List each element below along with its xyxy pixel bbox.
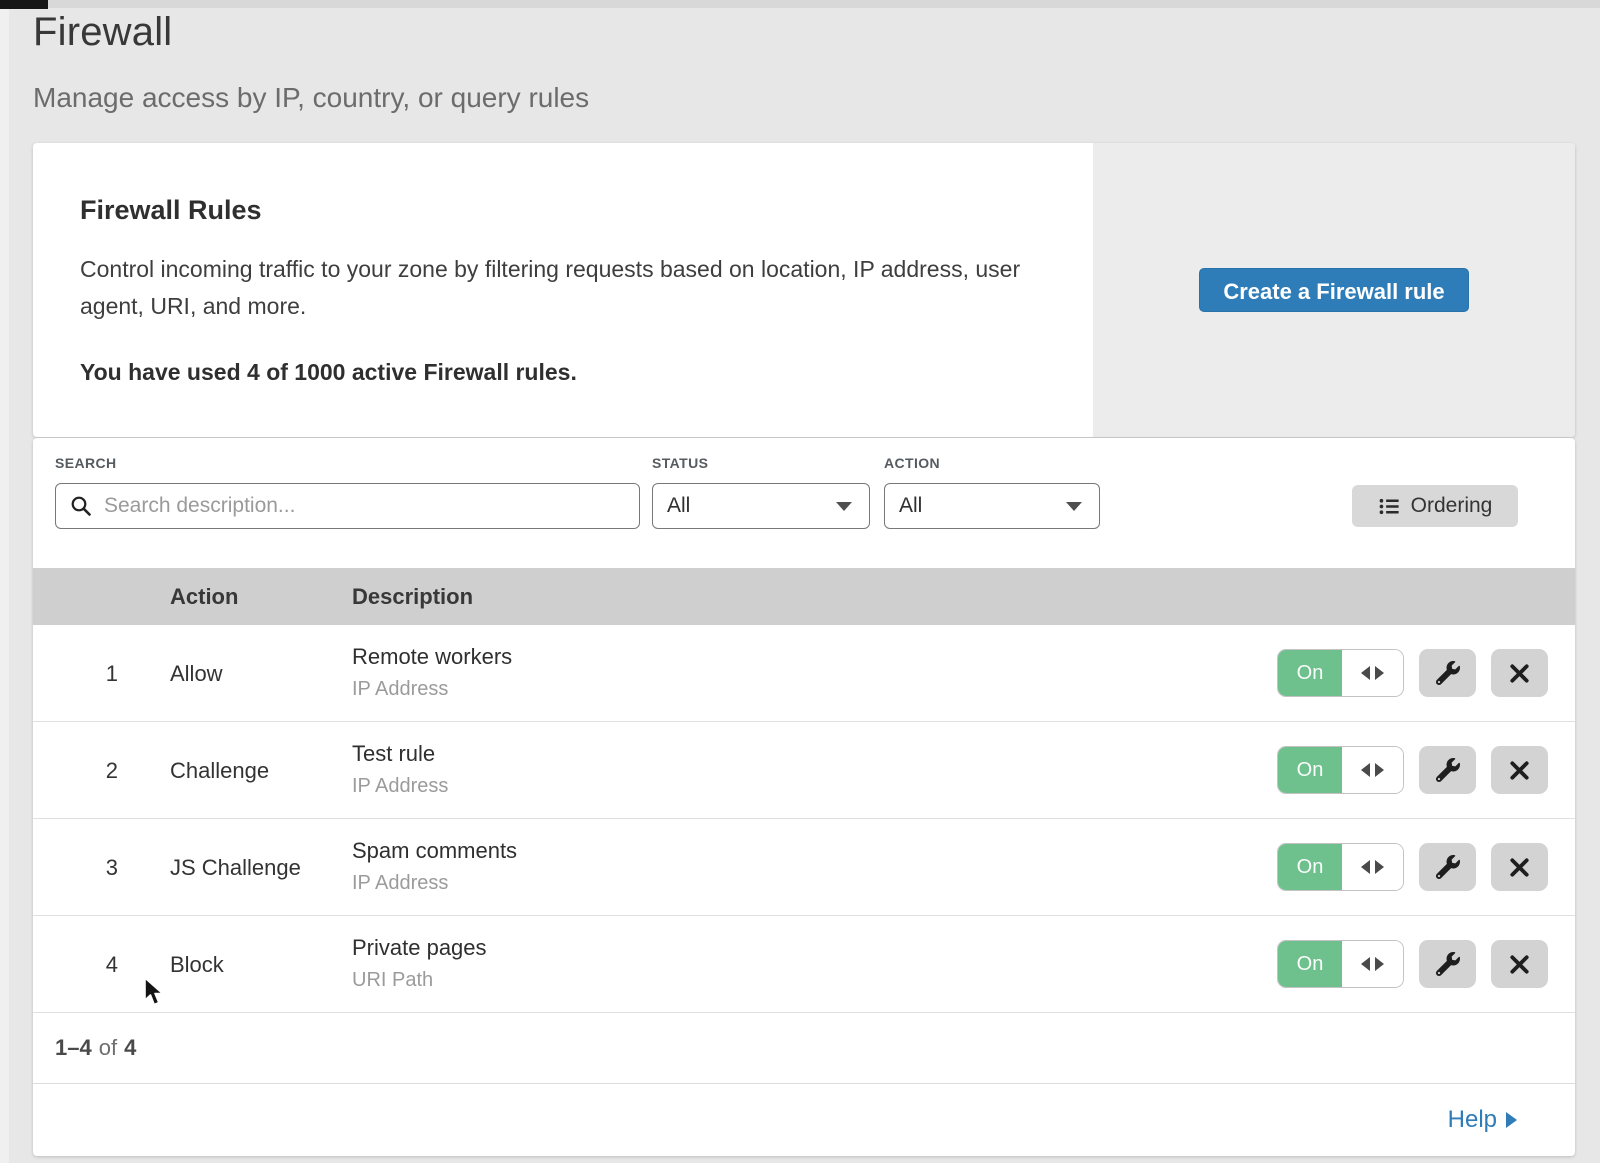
pagination-range: 1–4 [55, 1035, 92, 1061]
rule-description: Test rule IP Address [352, 741, 448, 798]
rule-description: Remote workers IP Address [352, 644, 512, 701]
toggle-on-state[interactable]: On [1278, 844, 1342, 890]
left-right-arrows-icon[interactable] [1342, 941, 1403, 987]
toggle-on-state[interactable]: On [1278, 650, 1342, 696]
rule-action: Allow [170, 661, 223, 687]
edit-rule-button[interactable] [1419, 746, 1476, 794]
rule-description-title: Test rule [352, 741, 448, 767]
rule-priority: 2 [83, 758, 118, 784]
arrow-right-icon [1506, 1112, 1517, 1128]
rule-action: JS Challenge [170, 855, 301, 881]
table-row: 4 Block Private pages URI Path On [33, 916, 1575, 1013]
page-header: Firewall Manage access by IP, country, o… [33, 8, 589, 114]
rule-controls: On [1277, 649, 1548, 697]
column-header-action: Action [170, 584, 238, 610]
toggle-on-state[interactable]: On [1278, 941, 1342, 987]
rule-controls: On [1277, 940, 1548, 988]
rule-action: Challenge [170, 758, 269, 784]
delete-rule-button[interactable] [1491, 746, 1548, 794]
pagination-of-label: of [99, 1035, 117, 1061]
rule-enabled-toggle[interactable]: On [1277, 649, 1404, 697]
search-input[interactable] [55, 483, 640, 529]
status-select[interactable]: All [652, 483, 870, 529]
rule-description-title: Remote workers [352, 644, 512, 670]
close-icon [1508, 662, 1531, 685]
action-label: ACTION [884, 455, 940, 471]
column-header-description: Description [352, 584, 473, 610]
table-header: Action Description [33, 568, 1575, 625]
help-link-label: Help [1448, 1106, 1497, 1134]
rule-match-field: IP Address [352, 872, 517, 895]
help-link[interactable]: Help [1448, 1106, 1517, 1134]
search-icon [70, 495, 92, 517]
ordered-list-icon [1378, 495, 1401, 518]
mouse-cursor-icon [143, 977, 169, 1009]
wrench-icon [1436, 758, 1460, 782]
close-icon [1508, 953, 1531, 976]
rule-controls: On [1277, 746, 1548, 794]
wrench-icon [1436, 855, 1460, 879]
rule-match-field: IP Address [352, 678, 512, 701]
rule-controls: On [1277, 843, 1548, 891]
rule-match-field: IP Address [352, 775, 448, 798]
rule-priority: 3 [83, 855, 118, 881]
edit-rule-button[interactable] [1419, 649, 1476, 697]
action-select-value: All [899, 494, 922, 518]
create-rule-panel: Create a Firewall rule [1093, 143, 1575, 437]
status-select-value: All [667, 494, 690, 518]
table-row: 3 JS Challenge Spam comments IP Address … [33, 819, 1575, 916]
edit-rule-button[interactable] [1419, 843, 1476, 891]
rules-usage-text: You have used 4 of 1000 active Firewall … [80, 359, 1093, 386]
rules-list: 1 Allow Remote workers IP Address On [33, 625, 1575, 1013]
delete-rule-button[interactable] [1491, 940, 1548, 988]
ordering-button[interactable]: Ordering [1352, 485, 1518, 527]
search-box [55, 483, 640, 529]
rule-description: Spam comments IP Address [352, 838, 517, 895]
rule-description: Private pages URI Path [352, 935, 487, 992]
left-right-arrows-icon[interactable] [1342, 650, 1403, 696]
page-subtitle: Manage access by IP, country, or query r… [33, 82, 589, 114]
chevron-down-icon [836, 502, 852, 511]
card-heading: Firewall Rules [80, 195, 1093, 226]
window-edge-artifact [0, 8, 9, 1163]
table-row: 2 Challenge Test rule IP Address On [33, 722, 1575, 819]
action-select[interactable]: All [884, 483, 1100, 529]
close-icon [1508, 856, 1531, 879]
window-edge-artifact [0, 0, 1600, 8]
table-row: 1 Allow Remote workers IP Address On [33, 625, 1575, 722]
wrench-icon [1436, 952, 1460, 976]
rule-priority: 1 [83, 661, 118, 687]
rule-enabled-toggle[interactable]: On [1277, 940, 1404, 988]
pagination-total: 4 [124, 1035, 136, 1061]
rule-action: Block [170, 952, 224, 978]
rule-enabled-toggle[interactable]: On [1277, 843, 1404, 891]
edit-rule-button[interactable] [1419, 940, 1476, 988]
card-description: Control incoming traffic to your zone by… [80, 251, 1030, 325]
card-footer: Help [33, 1084, 1575, 1156]
close-icon [1508, 759, 1531, 782]
ordering-button-label: Ordering [1411, 494, 1493, 518]
rule-description-title: Spam comments [352, 838, 517, 864]
left-right-arrows-icon[interactable] [1342, 747, 1403, 793]
search-label: SEARCH [55, 455, 117, 471]
firewall-rules-card: Firewall Rules Control incoming traffic … [33, 143, 1575, 437]
rule-match-field: URI Path [352, 969, 487, 992]
rule-description-title: Private pages [352, 935, 487, 961]
firewall-rules-card-text: Firewall Rules Control incoming traffic … [33, 143, 1093, 437]
delete-rule-button[interactable] [1491, 843, 1548, 891]
rules-table-card: SEARCH STATUS All ACTION All [33, 438, 1575, 1156]
chevron-down-icon [1066, 502, 1082, 511]
wrench-icon [1436, 661, 1460, 685]
page-title: Firewall [33, 8, 589, 56]
create-firewall-rule-button[interactable]: Create a Firewall rule [1199, 268, 1468, 312]
pagination: 1–4 of 4 [33, 1013, 1575, 1084]
rule-priority: 4 [83, 952, 118, 978]
status-label: STATUS [652, 455, 708, 471]
delete-rule-button[interactable] [1491, 649, 1548, 697]
rule-enabled-toggle[interactable]: On [1277, 746, 1404, 794]
left-right-arrows-icon[interactable] [1342, 844, 1403, 890]
toggle-on-state[interactable]: On [1278, 747, 1342, 793]
